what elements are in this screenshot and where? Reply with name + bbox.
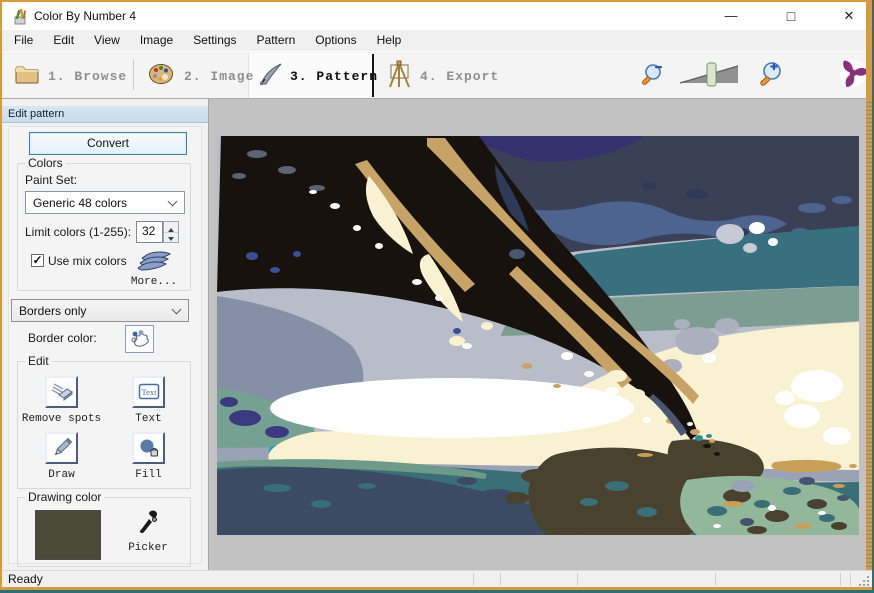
drawing-color-group: Drawing color Picker [17,497,191,567]
paint-set-select[interactable]: Generic 48 colors [25,191,185,214]
paint-stack-icon [134,248,176,276]
colors-group: Colors Paint Set: Generic 48 colors Limi… [17,163,191,291]
remove-spots-button[interactable] [45,376,78,408]
zoom-out-button[interactable] [640,61,666,93]
menu-settings[interactable]: Settings [183,30,246,51]
edit-pattern-panel: Edit pattern Convert Colors Paint Set: G… [2,99,209,570]
edit-group-title: Edit [25,354,52,368]
canvas-area [209,99,868,570]
zoom-in-button[interactable] [758,59,786,93]
status-bar: Ready [2,570,872,587]
eraser-icon [50,380,74,404]
border-color-button[interactable] [125,325,154,353]
borders-mode-select[interactable]: Borders only [11,299,189,322]
limit-colors-input[interactable]: 32 [136,221,163,243]
statusbar-separator [500,573,501,586]
border-color-label: Border color: [28,331,97,345]
chevron-down-icon [172,306,181,315]
easel-icon [384,60,414,94]
quill-icon [256,62,284,93]
statusbar-separator [577,573,578,586]
paint-set-label: Paint Set: [25,173,77,187]
menu-bar: File Edit View Image Settings Pattern Op… [2,30,872,51]
window-border-left [0,0,2,593]
close-button[interactable]: ✕ [832,2,866,30]
step-image-label: 2. Image [184,69,254,84]
menu-edit[interactable]: Edit [43,30,84,51]
pinwheel-logo [838,58,868,93]
step-image[interactable]: 2. Image [184,67,254,85]
maximize-button[interactable]: □ [774,2,808,30]
app-icon [11,8,29,31]
statusbar-separator [473,573,474,586]
stepper-down-button[interactable] [164,233,178,243]
menu-view[interactable]: View [84,30,130,51]
fill-tool-label: Fill [105,469,192,481]
pattern-image[interactable] [217,136,859,535]
statusbar-separator [715,573,716,586]
use-mix-colors-label: Use mix colors [48,254,127,268]
window-border-top [0,0,874,2]
app-window: Color By Number 4 — □ ✕ File Edit View I… [0,0,874,593]
menu-options[interactable]: Options [305,30,366,51]
eyedropper-icon [136,506,158,536]
zoom-slider[interactable] [678,62,742,92]
menu-file[interactable]: File [4,30,43,51]
picker-button[interactable] [136,506,158,541]
step-browse-label: 1. Browse [48,69,127,84]
text-icon: Text [137,380,161,404]
stepper-up-button[interactable] [164,222,178,233]
folder-icon [14,62,40,91]
limit-colors-label: Limit colors (1-255): [25,225,131,239]
statusbar-separator [850,573,851,586]
drawing-color-swatch[interactable] [35,510,101,560]
resize-grip[interactable] [858,574,870,586]
borders-mode-value: Borders only [19,304,86,318]
text-tool-button[interactable]: Text [132,376,165,408]
active-step-divider [372,54,374,97]
colors-group-title: Colors [25,156,66,170]
draw-tool-button[interactable] [45,432,78,464]
panel-header: Edit pattern [2,106,208,123]
title-bar: Color By Number 4 — □ ✕ [2,2,872,30]
status-text: Ready [8,572,43,586]
palette-icon [148,62,175,91]
bird-pattern-icon [129,328,151,350]
step-pattern-label: 3. Pattern [290,69,378,84]
fill-bucket-icon [137,436,161,460]
menu-pattern[interactable]: Pattern [247,30,306,51]
step-pattern[interactable]: 3. Pattern [290,67,378,85]
more-label: More... [122,276,186,288]
gray-patch [731,480,755,492]
chevron-down-icon [168,198,177,207]
statusbar-separator [840,573,841,586]
window-title: Color By Number 4 [34,9,136,23]
svg-text:Text: Text [141,387,157,397]
step-browse[interactable]: 1. Browse [48,67,127,85]
pencil-icon [50,436,74,460]
menu-image[interactable]: Image [130,30,183,51]
limit-colors-stepper [163,221,179,243]
convert-button[interactable]: Convert [29,132,187,155]
remove-spots-label: Remove spots [18,413,105,425]
text-tool-label: Text [105,413,192,425]
toolbar: 1. Browse 2. Image 3. Pattern 4. Export [2,51,872,99]
edit-group: Edit Remove spots Text Text [17,361,191,489]
use-mix-colors-checkbox[interactable]: ✓ [31,254,44,267]
draw-tool-label: Draw [18,469,105,481]
paint-set-value: Generic 48 colors [33,196,127,210]
toolbar-separator [133,60,134,90]
step-export[interactable]: 4. Export [420,67,499,85]
main-area: Edit pattern Convert Colors Paint Set: G… [2,99,866,570]
minimize-button[interactable]: — [714,2,748,30]
step-export-label: 4. Export [420,69,499,84]
picker-label: Picker [118,542,178,554]
drawing-color-title: Drawing color [25,490,104,504]
fill-tool-button[interactable] [132,432,165,464]
menu-help[interactable]: Help [367,30,412,51]
